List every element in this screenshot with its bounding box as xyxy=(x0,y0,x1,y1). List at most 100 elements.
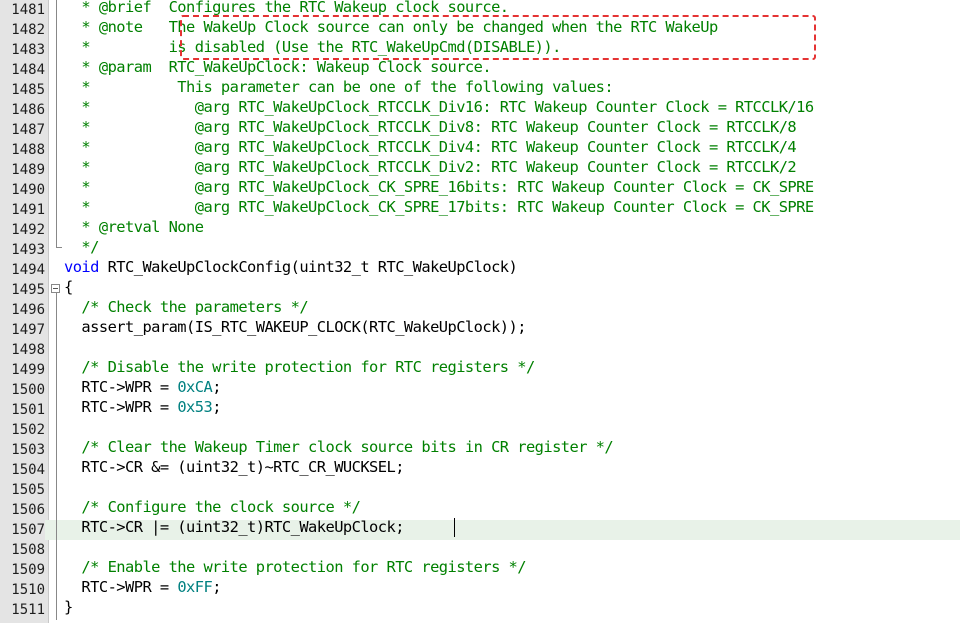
code-token: 0x53 xyxy=(177,398,213,416)
code-text: void RTC_WakeUpClockConfig(uint32_t RTC_… xyxy=(64,257,518,277)
line-number: 1509 xyxy=(11,562,45,578)
code-token: ; xyxy=(212,398,221,416)
code-line[interactable]: 1507 RTC->CR |= (uint32_t)RTC_WakeUpCloc… xyxy=(0,517,960,540)
line-number: 1493 xyxy=(11,242,45,258)
code-token: RTC->CR |= (uint32_t)RTC_WakeUpClock; xyxy=(64,518,404,536)
code-text: /* Disable the write protection for RTC … xyxy=(64,357,535,377)
line-number: 1484 xyxy=(11,62,45,78)
code-token: RTC->WPR = xyxy=(64,578,178,596)
code-text: /* Configure the clock source */ xyxy=(64,497,360,517)
fold-collapse-icon[interactable] xyxy=(51,284,60,293)
code-token: * @retval None xyxy=(64,218,204,236)
code-token: RTC->WPR = xyxy=(64,378,178,396)
code-token: /* Disable the write protection for RTC … xyxy=(64,358,535,376)
code-text: * @arg RTC_WakeUpClock_RTCCLK_Div2: RTC … xyxy=(64,157,796,177)
code-text: RTC->WPR = 0xFF; xyxy=(64,577,221,597)
line-number: 1488 xyxy=(11,142,45,158)
code-line[interactable]: 1504 RTC->CR &= (uint32_t)~RTC_CR_WUCKSE… xyxy=(0,457,960,480)
code-token: * @arg RTC_WakeUpClock_CK_SPRE_17bits: R… xyxy=(64,198,814,216)
line-number: 1495 xyxy=(11,282,45,298)
code-token: RTC->CR &= (uint32_t)~RTC_CR_WUCKSEL; xyxy=(64,458,404,476)
code-token: ; xyxy=(212,578,221,596)
code-text: RTC->CR &= (uint32_t)~RTC_CR_WUCKSEL; xyxy=(64,457,404,477)
fold-line-comment xyxy=(56,0,57,247)
line-number: 1485 xyxy=(11,82,45,98)
code-token: 0xCA xyxy=(177,378,213,396)
line-number: 1490 xyxy=(11,182,45,198)
code-token: * @arg RTC_WakeUpClock_RTCCLK_Div4: RTC … xyxy=(64,138,797,156)
line-number: 1510 xyxy=(11,582,45,598)
code-text: * @arg RTC_WakeUpClock_RTCCLK_Div4: RTC … xyxy=(64,137,796,157)
code-token: RTC->WPR = xyxy=(64,398,178,416)
line-number: 1501 xyxy=(11,402,45,418)
line-number: 1481 xyxy=(11,2,45,18)
code-text: /* Enable the write protection for RTC r… xyxy=(64,557,526,577)
code-token: { xyxy=(64,278,73,296)
line-number: 1505 xyxy=(11,482,45,498)
code-token: /* Check the parameters */ xyxy=(64,298,309,316)
code-line[interactable]: 1510 RTC->WPR = 0xFF; xyxy=(0,577,960,600)
code-token: } xyxy=(64,598,73,616)
line-number: 1483 xyxy=(11,42,45,58)
code-token: * @arg RTC_WakeUpClock_RTCCLK_Div16: RTC… xyxy=(64,98,814,116)
code-token: /* Configure the clock source */ xyxy=(64,498,361,516)
code-token: */ xyxy=(64,238,99,256)
line-number: 1508 xyxy=(11,542,45,558)
code-text: * @arg RTC_WakeUpClock_CK_SPRE_16bits: R… xyxy=(64,177,814,197)
code-token: * @arg RTC_WakeUpClock_RTCCLK_Div2: RTC … xyxy=(64,158,797,176)
line-number: 1502 xyxy=(11,422,45,438)
code-line[interactable]: 1494 void RTC_WakeUpClockConfig(uint32_t … xyxy=(0,257,960,280)
code-line[interactable]: 1511} xyxy=(0,597,960,620)
line-number: 1498 xyxy=(11,342,45,358)
line-number: 1506 xyxy=(11,502,45,518)
code-token: RTC_WakeUpClockConfig(uint32_t RTC_WakeU… xyxy=(98,258,518,276)
fold-line-function xyxy=(56,293,57,620)
code-text: /* Clear the Wakeup Timer clock source b… xyxy=(64,437,613,457)
code-text: RTC->CR |= (uint32_t)RTC_WakeUpClock; xyxy=(64,517,404,537)
line-number: 1504 xyxy=(11,462,45,478)
code-text: RTC->WPR = 0x53; xyxy=(64,397,221,417)
code-text: * @param RTC_WakeUpClock: Wakeup Clock s… xyxy=(64,57,491,77)
line-number: 1497 xyxy=(11,322,45,338)
code-editor[interactable]: 1481 * @brief Configures the RTC Wakeup … xyxy=(0,0,960,623)
line-number: 1487 xyxy=(11,122,45,138)
text-caret xyxy=(454,518,455,537)
code-text: * @arg RTC_WakeUpClock_CK_SPRE_17bits: R… xyxy=(64,197,814,217)
line-number: 1491 xyxy=(11,202,45,218)
code-token: 0xFF xyxy=(177,578,213,596)
code-text: * @retval None xyxy=(64,217,204,237)
code-text: } xyxy=(64,597,73,617)
code-token: * @param RTC_WakeUpClock: Wakeup Clock s… xyxy=(64,58,492,76)
code-text: { xyxy=(64,277,73,297)
line-number: 1496 xyxy=(11,302,45,318)
code-text: * This parameter can be one of the follo… xyxy=(64,77,613,97)
line-number: 1500 xyxy=(11,382,45,398)
line-number: 1499 xyxy=(11,362,45,378)
code-text: RTC->WPR = 0xCA; xyxy=(64,377,221,397)
line-number: 1492 xyxy=(11,222,45,238)
line-number: 1511 xyxy=(11,602,45,618)
line-number: 1503 xyxy=(11,442,45,458)
code-line[interactable]: 1501 RTC->WPR = 0x53; xyxy=(0,397,960,420)
code-token: * @arg RTC_WakeUpClock_RTCCLK_Div8: RTC … xyxy=(64,118,797,136)
code-token: void xyxy=(64,258,99,276)
code-line[interactable]: 1492 * @retval None xyxy=(0,217,960,240)
code-token: * @brief Configures the RTC Wakeup clock… xyxy=(64,0,509,16)
code-text: * @arg RTC_WakeUpClock_RTCCLK_Div8: RTC … xyxy=(64,117,796,137)
code-token: /* Clear the Wakeup Timer clock source b… xyxy=(64,438,614,456)
code-text: assert_param(IS_RTC_WAKEUP_CLOCK(RTC_Wak… xyxy=(64,317,526,337)
code-token: ; xyxy=(212,378,221,396)
line-number: 1489 xyxy=(11,162,45,178)
line-number: 1507 xyxy=(0,520,45,540)
code-text: * @arg RTC_WakeUpClock_RTCCLK_Div16: RTC… xyxy=(64,97,814,117)
fold-end-comment xyxy=(56,247,62,248)
code-text: /* Check the parameters */ xyxy=(64,297,308,317)
code-token: * @arg RTC_WakeUpClock_CK_SPRE_16bits: R… xyxy=(64,178,814,196)
line-number: 1486 xyxy=(11,102,45,118)
note-highlight-box xyxy=(180,15,816,60)
code-line[interactable]: 1497 assert_param(IS_RTC_WAKEUP_CLOCK(RT… xyxy=(0,317,960,340)
line-number: 1494 xyxy=(11,262,45,278)
code-token: assert_param(IS_RTC_WAKEUP_CLOCK(RTC_Wak… xyxy=(64,318,526,336)
code-token: * This parameter can be one of the follo… xyxy=(64,78,614,96)
code-text: */ xyxy=(64,237,99,257)
